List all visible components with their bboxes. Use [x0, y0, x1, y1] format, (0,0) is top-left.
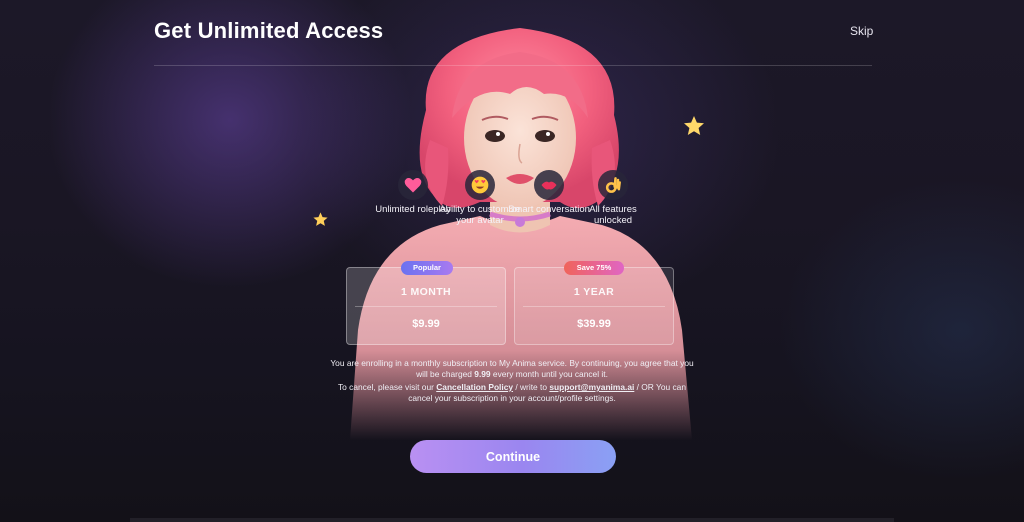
- cancellation-note: To cancel, please visit our Cancellation…: [330, 382, 694, 403]
- star-icon: [313, 212, 328, 226]
- page-title: Get Unlimited Access: [154, 18, 384, 43]
- charge-amount: 9.99: [474, 368, 491, 379]
- plan-period: 1 YEAR: [573, 286, 615, 298]
- skip-button[interactable]: Skip: [850, 24, 873, 38]
- heart-icon: [398, 170, 428, 200]
- cancellation-policy-link[interactable]: Cancellation Policy: [436, 382, 513, 392]
- header-divider: [154, 65, 872, 66]
- bottom-strip: [130, 518, 894, 522]
- continue-button[interactable]: Continue: [410, 440, 616, 473]
- plan-period: 1 MONTH: [400, 286, 452, 298]
- ok-hand-icon: [598, 170, 628, 200]
- billing-disclaimer: You are enrolling in a monthly subscript…: [330, 358, 694, 379]
- feature-label: All features unlocked: [589, 204, 637, 226]
- plan-option-1-year[interactable]: 1 YEAR $39.99: [514, 267, 674, 345]
- disclaimer-text: every month until you cancel it.: [490, 368, 608, 379]
- kiss-lips-icon: [534, 170, 564, 200]
- star-icon: [684, 116, 704, 135]
- plan-divider: [523, 306, 665, 307]
- save-badge: Save 75%: [564, 261, 624, 275]
- cancellation-text: / write to: [513, 382, 550, 392]
- plan-option-1-month[interactable]: 1 MONTH $9.99: [346, 267, 506, 345]
- cancellation-text: To cancel, please visit our: [338, 382, 437, 392]
- plan-price: $39.99: [577, 318, 611, 330]
- feature-all-unlocked: All features unlocked: [571, 170, 655, 226]
- popular-badge: Popular: [401, 261, 453, 275]
- support-email-link[interactable]: support@myanima.ai: [549, 382, 634, 392]
- plan-divider: [355, 306, 497, 307]
- plan-price: $9.99: [412, 318, 440, 330]
- heart-eyes-icon: [465, 170, 495, 200]
